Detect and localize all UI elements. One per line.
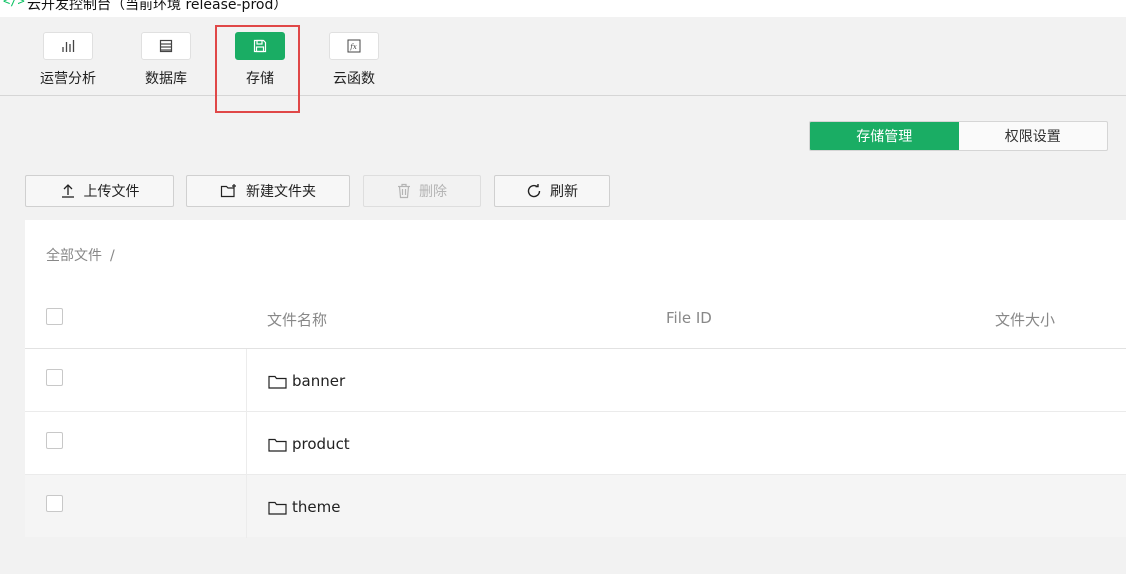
toolbar-analytics-button[interactable]: 运营分析 — [28, 32, 108, 92]
refresh-icon — [527, 184, 541, 198]
column-header-file-id: File ID — [666, 309, 712, 327]
breadcrumb-root[interactable]: 全部文件 — [46, 248, 102, 264]
file-name-link[interactable]: banner — [268, 372, 345, 390]
main-toolbar: 运营分析 数据库 存储 fx 云函数 — [0, 17, 1126, 96]
upload-icon — [61, 184, 74, 198]
file-name-link[interactable]: theme — [268, 498, 340, 516]
toolbar-storage-button[interactable]: 存储 — [220, 32, 300, 92]
tab-storage-manage[interactable]: 存储管理 — [810, 122, 959, 150]
file-name-label: banner — [292, 372, 346, 390]
delete-label: 删除 — [419, 184, 447, 200]
function-fx-icon: fx — [329, 32, 379, 60]
folder-icon — [268, 375, 287, 389]
row-checkbox[interactable] — [46, 369, 63, 386]
table-row[interactable]: product — [25, 412, 1126, 475]
breadcrumb-separator: / — [110, 248, 115, 264]
window-title: 云开发控制台（当前环境 release-prod） — [27, 0, 288, 13]
tab-permission-settings[interactable]: 权限设置 — [959, 122, 1108, 150]
toolbar-functions-label: 云函数 — [333, 71, 375, 87]
toolbar-analytics-label: 运营分析 — [40, 71, 96, 87]
toolbar-database-label: 数据库 — [145, 71, 187, 87]
column-divider — [246, 412, 247, 475]
row-checkbox[interactable] — [46, 432, 63, 449]
new-folder-button[interactable]: 新建文件夹 — [186, 175, 350, 207]
svg-text:fx: fx — [349, 43, 357, 51]
column-header-size: 文件大小 — [995, 311, 1056, 329]
column-header-name: 文件名称 — [267, 311, 328, 329]
toolbar-storage-label: 存储 — [246, 71, 274, 87]
table-row[interactable]: theme — [25, 475, 1126, 538]
file-name-link[interactable]: product — [268, 435, 350, 453]
refresh-label: 刷新 — [550, 184, 578, 200]
column-divider — [246, 475, 247, 538]
file-list-panel: 全部文件 / 文件名称 File ID 文件大小 banner product t… — [25, 220, 1126, 538]
upload-file-label: 上传文件 — [83, 184, 140, 200]
table-row[interactable]: banner — [25, 349, 1126, 412]
new-folder-icon — [220, 184, 236, 198]
select-all-checkbox[interactable] — [46, 308, 63, 325]
refresh-button[interactable]: 刷新 — [494, 175, 610, 207]
code-logo-icon: </> — [3, 0, 25, 8]
toolbar-functions-button[interactable]: fx 云函数 — [314, 32, 394, 92]
trash-icon — [398, 183, 410, 199]
file-name-label: product — [292, 435, 350, 453]
folder-icon — [268, 501, 287, 515]
file-name-label: theme — [292, 498, 341, 516]
row-checkbox[interactable] — [46, 495, 63, 512]
database-icon — [141, 32, 191, 60]
table-header: 文件名称 File ID 文件大小 — [25, 290, 1126, 349]
save-disk-icon — [235, 32, 285, 60]
storage-mode-switch: 存储管理 权限设置 — [809, 121, 1108, 151]
new-folder-label: 新建文件夹 — [246, 184, 316, 200]
toolbar-database-button[interactable]: 数据库 — [126, 32, 206, 92]
folder-icon — [268, 438, 287, 452]
delete-button[interactable]: 删除 — [363, 175, 481, 207]
column-divider — [246, 349, 247, 412]
bar-chart-icon — [43, 32, 93, 60]
upload-file-button[interactable]: 上传文件 — [25, 175, 174, 207]
window-titlebar: </> 云开发控制台（当前环境 release-prod） — [0, 0, 1126, 17]
breadcrumb: 全部文件 / — [46, 245, 115, 265]
